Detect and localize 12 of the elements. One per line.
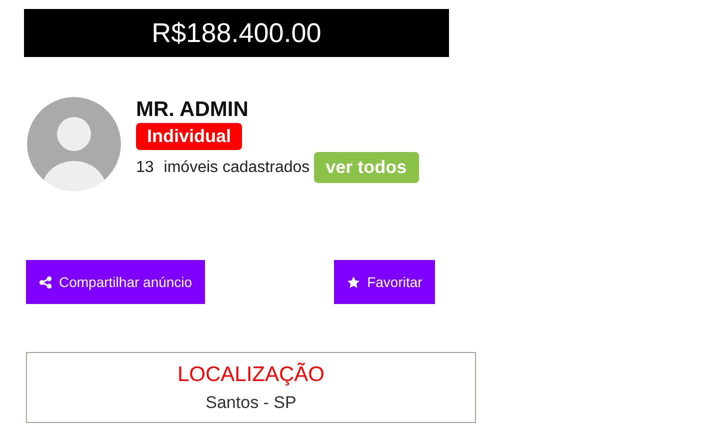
listing-count-label: imóveis cadastrados: [164, 158, 310, 176]
listing-count: 13: [136, 158, 154, 176]
share-button[interactable]: Compartilhar anúncio: [26, 260, 206, 304]
seller-type-badge: Individual: [136, 123, 242, 150]
price-banner: R$188.400.00: [24, 9, 449, 57]
star-icon: [347, 276, 360, 288]
favorite-button[interactable]: Favoritar: [334, 260, 436, 304]
share-icon: [39, 276, 52, 288]
location-value: Santos - SP: [206, 392, 296, 412]
location-title: LOCALIZAÇÃO: [177, 362, 325, 386]
avatar-icon: [27, 97, 121, 191]
seller-name: MR. ADMIN: [136, 97, 248, 122]
